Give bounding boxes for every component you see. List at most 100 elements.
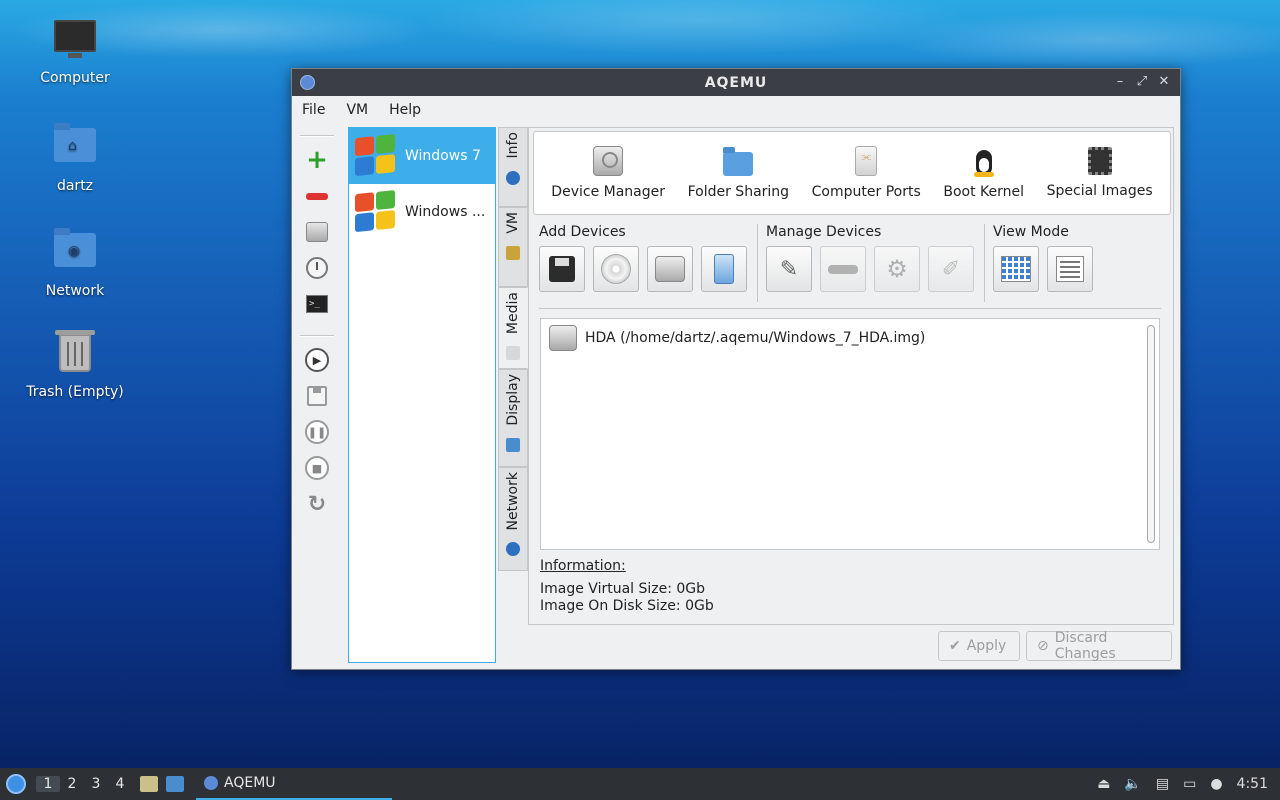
show-desktop-icon[interactable] xyxy=(166,776,184,792)
notification-icon[interactable]: ● xyxy=(1210,776,1222,792)
view-mode-group: View Mode xyxy=(993,224,1103,302)
menu-vm[interactable]: VM xyxy=(346,102,379,118)
app-icon xyxy=(204,776,218,790)
desktop-icon-home[interactable]: ⌂ dartz xyxy=(20,122,130,194)
task-label: AQEMU xyxy=(224,775,276,791)
button-label: Device Manager xyxy=(551,184,665,200)
button-label: Folder Sharing xyxy=(687,184,790,200)
clipboard-icon[interactable]: ▤ xyxy=(1156,776,1169,792)
list-view-button[interactable] xyxy=(1047,246,1093,292)
virtual-size-text: Image Virtual Size: 0Gb xyxy=(540,581,706,597)
desktop-icon-label: Network xyxy=(45,283,105,299)
play-icon: ▶ xyxy=(305,348,329,372)
drive-icon xyxy=(306,222,328,242)
special-images-button[interactable]: Special Images xyxy=(1047,147,1153,199)
remove-icon xyxy=(828,264,858,274)
workspace-4[interactable]: 4 xyxy=(108,776,132,792)
boot-kernel-button[interactable]: Boot Kernel xyxy=(943,146,1024,200)
desktop-icon-network[interactable]: ◉ Network xyxy=(20,227,130,299)
tab-vm[interactable]: VM xyxy=(498,207,528,287)
clock[interactable]: 4:51 xyxy=(1237,776,1268,792)
disk-size-text: Image On Disk Size: 0Gb xyxy=(540,598,714,614)
maximize-button[interactable]: ⤢ xyxy=(1132,74,1152,89)
device-manager-button[interactable]: Device Manager xyxy=(551,146,665,200)
vm-list: Windows 7 Windows ... xyxy=(348,127,496,663)
workspace-3[interactable]: 3 xyxy=(84,776,108,792)
button-label: Boot Kernel xyxy=(943,184,1025,200)
folder-icon xyxy=(723,147,754,176)
title-bar[interactable]: AQEMU – ⤢ ✕ xyxy=(292,69,1180,96)
add-floppy-button[interactable] xyxy=(539,246,585,292)
add-vm-button[interactable]: + xyxy=(300,143,334,177)
discard-changes-button[interactable]: ⊘ Discard Changes xyxy=(1026,630,1172,662)
close-button[interactable]: ✕ xyxy=(1154,74,1174,89)
device-properties-button[interactable]: ⚙ xyxy=(874,246,920,292)
save-vm-button[interactable] xyxy=(300,379,334,413)
network-icon[interactable]: ▭ xyxy=(1183,776,1196,792)
apply-button[interactable]: ✔ Apply xyxy=(938,631,1020,661)
pause-vm-button[interactable]: ❚❚ xyxy=(300,415,334,449)
vm-list-item[interactable]: Windows 7 xyxy=(349,128,495,184)
vm-settings-button[interactable] xyxy=(300,215,334,249)
button-label: Special Images xyxy=(1046,183,1153,199)
eject-device-button[interactable]: ✐ xyxy=(928,246,974,292)
minimize-button[interactable]: – xyxy=(1110,74,1130,89)
tab-network[interactable]: Network xyxy=(498,467,528,571)
workspace-1[interactable]: 1 xyxy=(36,776,60,792)
tab-label: VM xyxy=(505,212,521,234)
menu-file[interactable]: File xyxy=(302,102,336,118)
folder-sharing-button[interactable]: Folder Sharing xyxy=(688,146,789,200)
edit-device-button[interactable]: ✎ xyxy=(766,246,812,292)
button-label: Discard Changes xyxy=(1054,630,1116,662)
tab-display[interactable]: Display xyxy=(498,369,528,467)
reset-vm-button[interactable]: ↻ xyxy=(300,487,334,521)
divider xyxy=(539,308,1161,309)
hard-disk-icon xyxy=(593,146,624,176)
vm-list-item[interactable]: Windows ... xyxy=(349,184,495,240)
desktop-icon-trash[interactable]: Trash (Empty) xyxy=(20,330,130,400)
start-menu-icon[interactable] xyxy=(6,774,26,794)
tab-media[interactable]: Media xyxy=(498,287,528,369)
tux-icon xyxy=(973,146,995,177)
list-item[interactable]: HDA (/home/dartz/.aqemu/Windows_7_HDA.im… xyxy=(541,319,1159,357)
taskbar-task-aqemu[interactable]: AQEMU xyxy=(196,768,392,800)
list-view-icon xyxy=(1056,256,1084,282)
volume-icon[interactable]: 🔈 xyxy=(1124,776,1141,792)
add-cdrom-button[interactable] xyxy=(593,246,639,292)
start-vm-button[interactable]: ▶ xyxy=(300,343,334,377)
device-actions: Add Devices Manage Devices ✎ ⚙ ✐ View Mo… xyxy=(539,224,1161,302)
add-hdd-button[interactable] xyxy=(647,246,693,292)
stick-icon: ✐ xyxy=(941,256,961,282)
icon-view-button[interactable] xyxy=(993,246,1039,292)
add-devices-group: Add Devices xyxy=(539,224,758,302)
device-list: HDA (/home/dartz/.aqemu/Windows_7_HDA.im… xyxy=(540,318,1160,550)
media-panel: Device Manager Folder Sharing Computer P… xyxy=(528,127,1174,625)
scrollbar[interactable] xyxy=(1147,325,1155,543)
remove-device-button[interactable] xyxy=(820,246,866,292)
tools-icon xyxy=(506,245,520,260)
workspace-2[interactable]: 2 xyxy=(60,776,84,792)
cancel-icon: ⊘ xyxy=(1037,638,1049,654)
computer-ports-button[interactable]: Computer Ports xyxy=(812,146,921,200)
aqemu-window: AQEMU – ⤢ ✕ File VM Help + >_ ▶ ❚❚ ■ ↻ W… xyxy=(291,68,1181,670)
tab-label: Network xyxy=(505,472,521,531)
network-folder-icon: ◉ xyxy=(53,228,97,277)
menu-help[interactable]: Help xyxy=(389,102,432,118)
console-button[interactable]: >_ xyxy=(300,287,334,321)
grid-view-icon xyxy=(1001,256,1031,282)
button-label: Computer Ports xyxy=(811,184,921,200)
stop-icon: ■ xyxy=(305,456,329,480)
add-flash-button[interactable] xyxy=(701,246,747,292)
file-manager-icon[interactable] xyxy=(140,776,158,792)
desktop-icon-computer[interactable]: Computer xyxy=(20,18,130,86)
manage-devices-group: Manage Devices ✎ ⚙ ✐ xyxy=(766,224,985,302)
snapshot-button[interactable] xyxy=(300,251,334,285)
terminal-icon: >_ xyxy=(306,295,328,313)
delete-vm-button[interactable] xyxy=(300,179,334,213)
information-section: Information: Image Virtual Size: 0Gb Ima… xyxy=(540,558,714,615)
stop-vm-button[interactable]: ■ xyxy=(300,451,334,485)
cd-icon xyxy=(601,254,631,284)
home-folder-icon: ⌂ xyxy=(53,123,97,172)
tab-info[interactable]: Info xyxy=(498,127,528,207)
eject-icon[interactable]: ⏏ xyxy=(1097,776,1110,792)
